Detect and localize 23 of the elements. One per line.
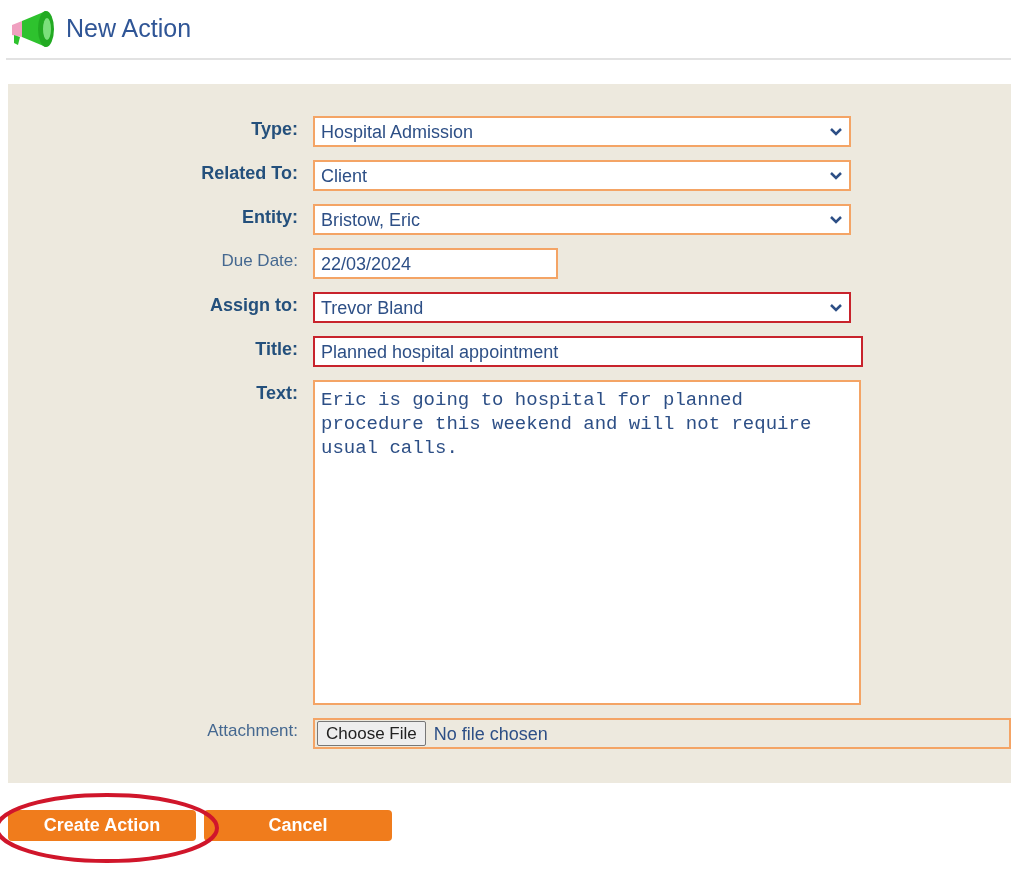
field-label: Assign to: xyxy=(209,294,298,317)
chevron-down-icon xyxy=(829,214,843,225)
dropdown[interactable]: Hospital Admission xyxy=(313,116,851,147)
field-label: Title: xyxy=(254,338,298,361)
field-label: Text: xyxy=(255,382,298,405)
chevron-down-icon xyxy=(829,302,843,313)
dropdown[interactable]: Client xyxy=(313,160,851,191)
input-field[interactable]: Planned hospital appointment xyxy=(313,336,863,367)
field-label: Type: xyxy=(250,118,298,141)
chevron-down-icon xyxy=(829,170,843,181)
page-title: New Action xyxy=(66,13,192,45)
dropdown[interactable]: Bristow, Eric xyxy=(313,204,851,235)
field-label: Attachment: xyxy=(206,720,298,742)
field-label: Related To: xyxy=(200,162,298,185)
file-field[interactable]: Choose File No file chosen xyxy=(313,718,1011,749)
date-field[interactable]: 22/03/2024 xyxy=(313,248,558,279)
field-label: Due Date: xyxy=(220,250,298,272)
text-area[interactable]: Eric is going to hospital for planned procedure this weekend and will not require usual calls. xyxy=(313,380,861,705)
dropdown[interactable]: Trevor Bland xyxy=(313,292,851,323)
choose-file-button[interactable]: Choose File xyxy=(317,721,426,746)
file-status: No file chosen xyxy=(433,724,548,743)
chevron-down-icon xyxy=(829,126,843,137)
field-label: Entity: xyxy=(241,206,298,229)
